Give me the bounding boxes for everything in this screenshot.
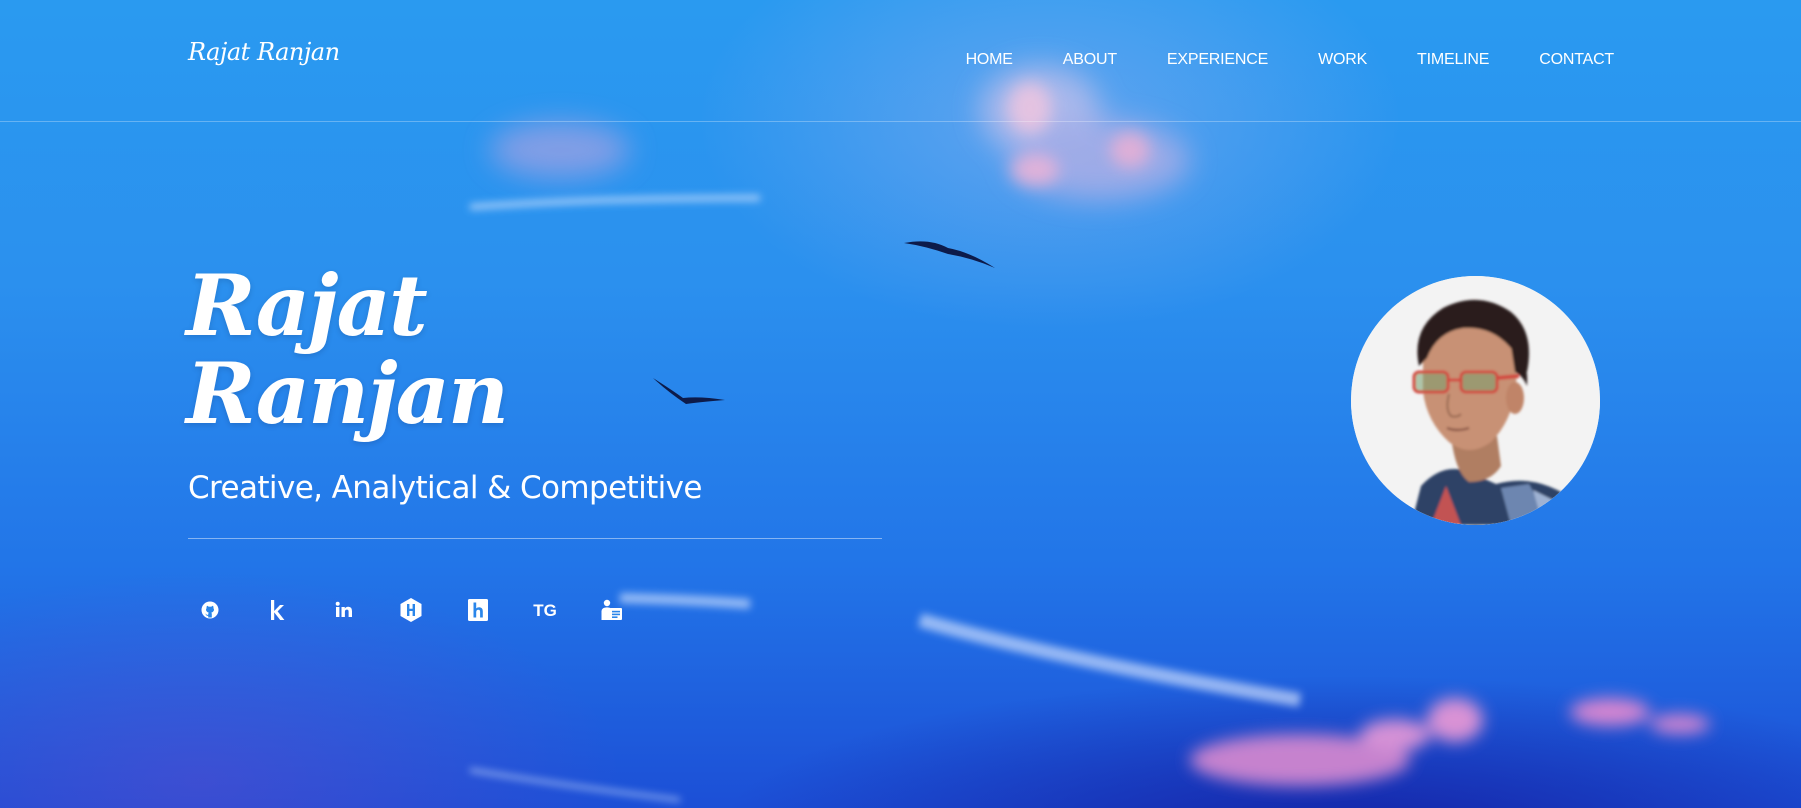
hero-divider [188,538,882,539]
nav-experience[interactable]: EXPERIENCE [1167,51,1268,68]
profile-photo [1351,276,1600,525]
kaggle-icon [271,600,285,620]
kaggle-link[interactable] [263,594,291,626]
nav-contact[interactable]: CONTACT [1539,51,1614,68]
hero-tagline: Creative, Analytical & Competitive [188,470,703,506]
hero-name: Rajat Ranjan [186,256,509,443]
linkedin-icon [335,601,352,617]
hero-name-first: Rajat [186,256,428,355]
nav-work[interactable]: WORK [1318,51,1367,68]
site-header: Rajat Ranjan HOME ABOUT EXPERIENCE WORK … [0,0,1801,122]
hero-section: Rajat Ranjan HOME ABOUT EXPERIENCE WORK … [0,0,1801,808]
hackerearth-link[interactable] [397,594,425,626]
github-icon [201,601,219,619]
resume-icon [601,599,622,620]
tg-link[interactable]: TG [531,594,559,626]
tg-icon: TG [533,601,557,620]
hackerrank-icon [468,599,488,621]
hackerrank-link[interactable] [464,594,492,626]
hackerearth-icon [400,598,422,622]
nav-about[interactable]: ABOUT [1063,51,1117,68]
hero-name-last: Ranjan [186,344,509,443]
nav-timeline[interactable]: TIMELINE [1417,51,1489,68]
github-link[interactable] [196,594,224,626]
main-nav: HOME ABOUT EXPERIENCE WORK TIMELINE CONT… [966,49,1615,69]
tg-label: TG [533,601,557,620]
brand-logo[interactable]: Rajat Ranjan [188,38,340,66]
resume-link[interactable] [598,594,626,626]
social-links: TG [196,594,626,626]
nav-home[interactable]: HOME [966,51,1013,68]
profile-avatar [1351,276,1600,525]
linkedin-link[interactable] [330,594,358,626]
